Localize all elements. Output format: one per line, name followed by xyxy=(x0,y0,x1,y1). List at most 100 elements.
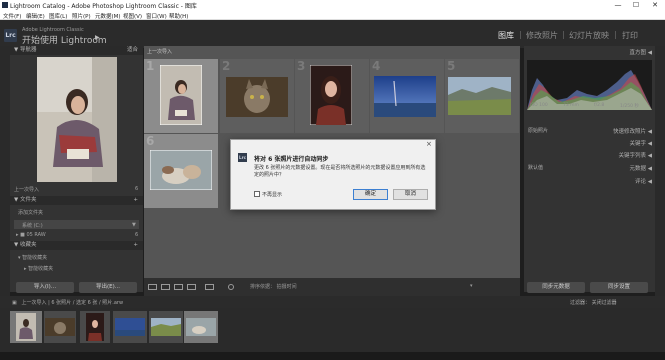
exif-iso: ISO 100 xyxy=(530,103,548,108)
menu-file[interactable]: 文件(F) xyxy=(3,12,21,20)
filmstrip-thumbnail[interactable] xyxy=(186,318,216,336)
grid-header: 上一次导入 xyxy=(147,49,173,55)
chevron-down-icon[interactable]: ▾ xyxy=(470,283,473,289)
sync-settings-button[interactable]: 同步设置 xyxy=(590,282,648,293)
left-panel-edge[interactable] xyxy=(0,46,10,296)
grid-cell[interactable]: 3 xyxy=(295,59,369,133)
right-panel-edge[interactable] xyxy=(655,46,665,296)
filmstrip-cell[interactable] xyxy=(10,311,42,343)
close-window-button[interactable]: ✕ xyxy=(649,1,661,9)
menu-metadata[interactable]: 元数据(M) xyxy=(95,12,121,20)
menu-edit[interactable]: 编辑(E) xyxy=(26,12,45,20)
filmstrip-cell[interactable] xyxy=(113,311,147,343)
menu-library[interactable]: 图库(L) xyxy=(49,12,67,20)
keyword-list-header[interactable]: 关键字列表 ◀ xyxy=(526,151,653,159)
identity-title[interactable]: 开始使用 Lightroom xyxy=(22,33,107,46)
cancel-button[interactable]: 取消 xyxy=(393,189,428,200)
filmstrip-thumbnail[interactable] xyxy=(115,318,145,336)
folders-header[interactable]: ▼ 文件夹 + xyxy=(10,196,143,205)
grid-cell[interactable]: 5 xyxy=(445,59,519,133)
maximize-button[interactable]: ☐ xyxy=(630,1,642,9)
monitor-icon[interactable]: ▣ xyxy=(12,300,17,306)
loupe-view-icon[interactable] xyxy=(161,284,170,290)
grid-thumbnail[interactable] xyxy=(310,65,352,125)
menu-photo[interactable]: 照片(P) xyxy=(72,12,91,20)
module-print[interactable]: 打印 xyxy=(622,30,638,41)
prev-import-count: 6 xyxy=(135,186,139,192)
grid-thumbnail[interactable] xyxy=(374,76,436,117)
dialog-lrc-icon: Lrc xyxy=(238,153,247,162)
comments-header[interactable]: 评论 ◀ xyxy=(526,177,652,185)
app-icon xyxy=(2,2,8,8)
module-separator: | xyxy=(562,30,565,39)
play-arrow-icon[interactable]: ▶ xyxy=(95,34,100,41)
lrc-logo: Lrc xyxy=(4,29,17,42)
grid-view-icon[interactable] xyxy=(148,284,157,290)
filmstrip-thumbnail[interactable] xyxy=(16,313,36,341)
filmstrip-cell[interactable] xyxy=(184,311,218,343)
grid-cell[interactable]: 1 xyxy=(144,59,218,133)
sort-control[interactable]: 排序依据： 拍摄时间 xyxy=(250,283,297,290)
quick-develop-header[interactable]: 快速修改照片 ◀ xyxy=(526,127,652,135)
filmstrip-cell[interactable] xyxy=(44,311,76,343)
grid-thumbnail[interactable] xyxy=(226,77,288,117)
survey-view-icon[interactable] xyxy=(187,284,196,290)
grid-cell[interactable]: 6 xyxy=(144,134,218,208)
menu-view[interactable]: 视图(V) xyxy=(123,12,142,20)
filmstrip-thumbnail[interactable] xyxy=(45,318,75,336)
module-slideshow[interactable]: 幻灯片放映 xyxy=(569,30,609,41)
collections-header[interactable]: ▼ 收藏夹 + xyxy=(10,241,143,250)
filmstrip-cell[interactable] xyxy=(80,311,110,343)
module-library[interactable]: 图库 xyxy=(498,30,514,41)
window-titlebar: Lightroom Catalog - Adobe Photoshop Ligh… xyxy=(0,0,665,11)
filmstrip-path[interactable]: ▣ 上一次导入 | 6 张照片 / 选定 6 张 / 照片.arw xyxy=(12,299,123,306)
exif-focal: 73 mm xyxy=(563,103,579,108)
grid-cell[interactable]: 4 xyxy=(370,59,444,133)
folder-item-raw[interactable]: ▸ ■ 05 RAW xyxy=(16,232,46,238)
filmstrip-thumbnail[interactable] xyxy=(151,318,181,336)
navigator-prev-import[interactable]: 上一次导入 xyxy=(14,186,39,193)
volume-row[interactable]: 系统 (C:) ▼ xyxy=(14,220,139,229)
grid-thumbnail[interactable] xyxy=(448,77,511,115)
filter-control[interactable]: 过滤器： 关闭过滤器 xyxy=(570,299,617,306)
dialog-message: 更改 6 张照片的元数据设置。现在是否将所选照片的元数据设置应用到所有选定的照片… xyxy=(254,165,426,178)
module-separator: | xyxy=(519,30,522,39)
dont-show-again-checkbox[interactable] xyxy=(254,191,260,197)
export-button[interactable]: 导出(E)... xyxy=(79,282,137,293)
minimize-button[interactable]: — xyxy=(612,1,624,9)
module-separator: | xyxy=(614,30,617,39)
filmstrip-cell[interactable] xyxy=(149,311,183,343)
navigator-header[interactable]: ▼ 导航器 适合 xyxy=(10,46,143,55)
sync-metadata-button[interactable]: 同步元数据 xyxy=(527,282,585,293)
dialog-close-button[interactable]: × xyxy=(426,140,432,148)
people-view-icon[interactable] xyxy=(205,284,214,290)
histogram-header[interactable]: 直方图 ◀ xyxy=(526,48,653,56)
folder-count: 6 xyxy=(135,232,139,238)
grid-thumbnail[interactable] xyxy=(160,65,202,125)
collection-sub-item[interactable]: ▸ 智能收藏夹 xyxy=(24,265,53,272)
menu-bar: 文件(F) 编辑(E) 图库(L) 照片(P) 元数据(M) 视图(V) 窗口(… xyxy=(0,11,665,20)
exif-aperture: f/2.8 xyxy=(594,103,605,108)
spray-can-icon[interactable] xyxy=(228,284,234,290)
compare-view-icon[interactable] xyxy=(174,284,183,290)
grid-thumbnail[interactable] xyxy=(150,150,212,190)
folder-icon: ■ xyxy=(20,232,25,238)
filmstrip-bottom-edge[interactable] xyxy=(0,352,665,360)
menu-help[interactable]: 帮助(H) xyxy=(169,12,188,20)
collection-set-item[interactable]: ▾ 智能收藏夹 xyxy=(18,254,47,261)
grid-cell[interactable]: 2 xyxy=(220,59,294,133)
keywords-header[interactable]: 关键字 ◀ xyxy=(526,139,653,147)
window-title: Lightroom Catalog - Adobe Photoshop Ligh… xyxy=(10,3,197,10)
module-develop[interactable]: 修改照片 xyxy=(526,30,558,41)
exif-shutter: 1/250 秒 xyxy=(620,104,639,109)
ok-button[interactable]: 确定 xyxy=(353,189,388,200)
import-button[interactable]: 导入(I)... xyxy=(16,282,74,293)
navigator-preview[interactable] xyxy=(37,57,117,182)
menu-window[interactable]: 窗口(W) xyxy=(146,12,167,20)
filmstrip-thumbnail[interactable] xyxy=(86,313,104,341)
metadata-header[interactable]: 元数据 ◀ xyxy=(526,164,653,172)
add-folder-item[interactable]: 添加文件夹 xyxy=(18,209,43,216)
dialog-title: 将对 6 张照片进行自动同步 xyxy=(254,156,329,163)
dont-show-again-label[interactable]: 不再显示 xyxy=(262,191,282,198)
grid-toolbar xyxy=(144,278,520,296)
